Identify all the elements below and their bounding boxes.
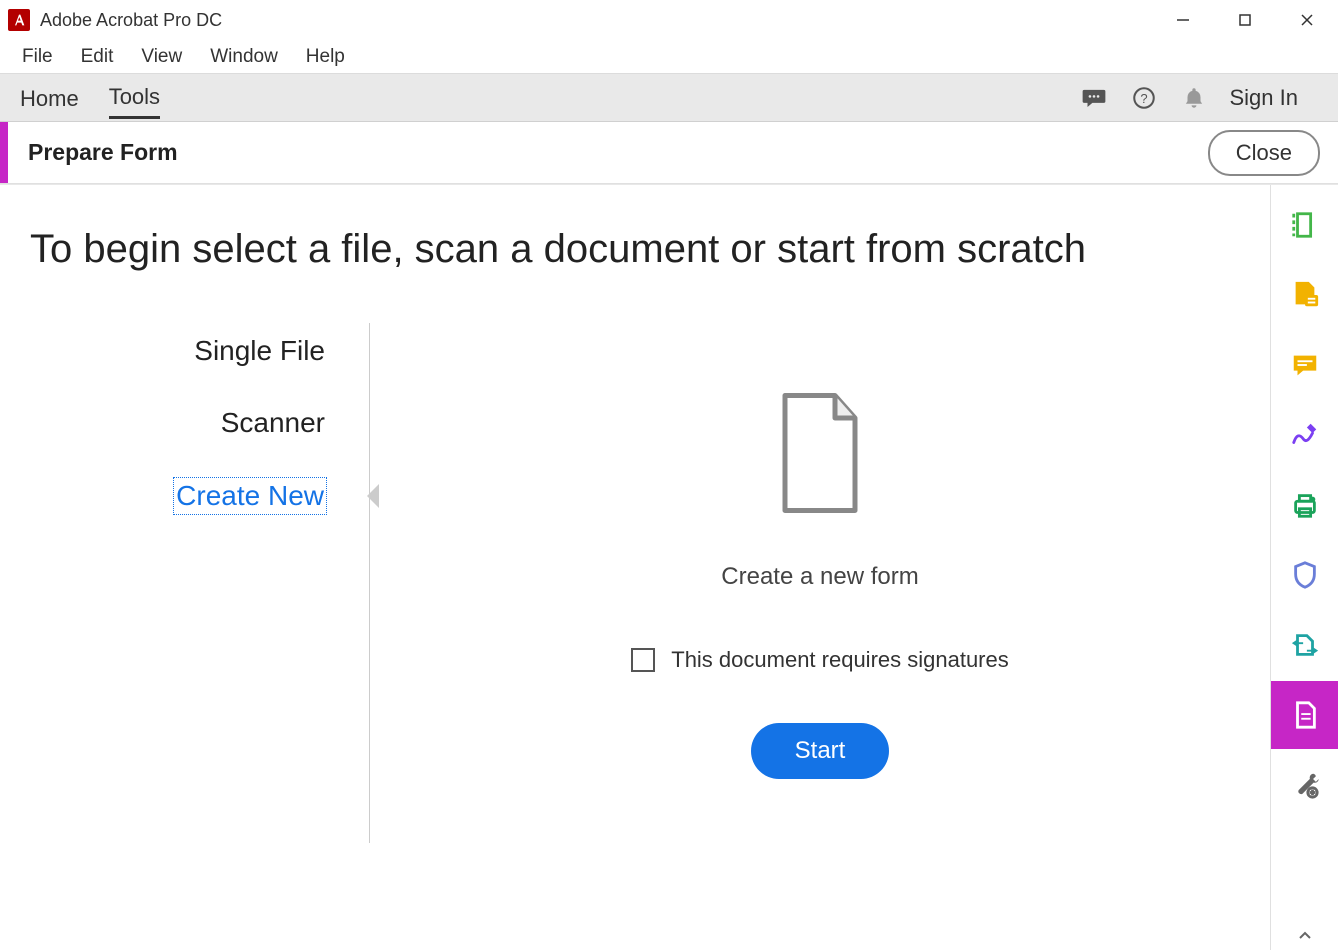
bell-icon[interactable] bbox=[1180, 84, 1208, 112]
comment-icon[interactable] bbox=[1287, 347, 1323, 383]
menubar: File Edit View Window Help bbox=[0, 40, 1338, 74]
main-area: To begin select a file, scan a document … bbox=[0, 184, 1338, 950]
requires-signatures-label: This document requires signatures bbox=[671, 647, 1009, 673]
app-title: Adobe Acrobat Pro DC bbox=[40, 10, 222, 31]
document-icon bbox=[760, 383, 880, 523]
tab-home[interactable]: Home bbox=[20, 78, 79, 118]
requires-signatures-checkbox[interactable] bbox=[631, 648, 655, 672]
menu-window[interactable]: Window bbox=[196, 42, 292, 72]
crop-pages-icon[interactable] bbox=[1287, 207, 1323, 243]
acrobat-app-icon bbox=[8, 9, 30, 31]
optimize-pdf-icon[interactable] bbox=[1287, 627, 1323, 663]
tool-accent-bar bbox=[0, 122, 8, 183]
tab-tools[interactable]: Tools bbox=[109, 76, 160, 119]
menu-edit[interactable]: Edit bbox=[67, 42, 128, 72]
tool-header: Prepare Form Close bbox=[0, 122, 1338, 184]
print-production-icon[interactable] bbox=[1287, 487, 1323, 523]
rail-expand-chevron[interactable] bbox=[1271, 928, 1338, 944]
option-scanner[interactable]: Scanner bbox=[219, 405, 327, 441]
close-window-button[interactable] bbox=[1276, 0, 1338, 40]
source-option-list: Single File Scanner Create New bbox=[30, 323, 370, 843]
protect-icon[interactable] bbox=[1287, 557, 1323, 593]
menu-view[interactable]: View bbox=[127, 42, 196, 72]
headline: To begin select a file, scan a document … bbox=[30, 225, 1270, 273]
nav-bar: Home Tools ? Sign In bbox=[0, 74, 1338, 122]
content-scroll[interactable]: To begin select a file, scan a document … bbox=[0, 185, 1270, 950]
menu-help[interactable]: Help bbox=[292, 42, 359, 72]
svg-text:?: ? bbox=[1140, 90, 1147, 105]
close-tool-button[interactable]: Close bbox=[1208, 130, 1320, 176]
option-create-new[interactable]: Create New bbox=[173, 477, 327, 515]
chat-icon[interactable] bbox=[1080, 84, 1108, 112]
sign-in-link[interactable]: Sign In bbox=[1230, 85, 1299, 111]
titlebar: Adobe Acrobat Pro DC bbox=[0, 0, 1338, 40]
window-controls bbox=[1152, 0, 1338, 40]
more-tools-icon[interactable] bbox=[1287, 767, 1323, 803]
tool-name: Prepare Form bbox=[28, 139, 178, 166]
minimize-button[interactable] bbox=[1152, 0, 1214, 40]
start-button[interactable]: Start bbox=[751, 723, 890, 779]
option-single-file[interactable]: Single File bbox=[192, 333, 327, 369]
prepare-form-icon[interactable] bbox=[1271, 681, 1338, 749]
menu-file[interactable]: File bbox=[8, 42, 67, 72]
option-detail-panel: Create a new form This document requires… bbox=[370, 323, 1270, 779]
signature-row: This document requires signatures bbox=[631, 647, 1009, 673]
export-pdf-icon[interactable] bbox=[1287, 277, 1323, 313]
help-icon[interactable]: ? bbox=[1130, 84, 1158, 112]
tool-rail bbox=[1270, 185, 1338, 950]
maximize-button[interactable] bbox=[1214, 0, 1276, 40]
detail-title: Create a new form bbox=[721, 563, 918, 591]
fill-sign-icon[interactable] bbox=[1287, 417, 1323, 453]
